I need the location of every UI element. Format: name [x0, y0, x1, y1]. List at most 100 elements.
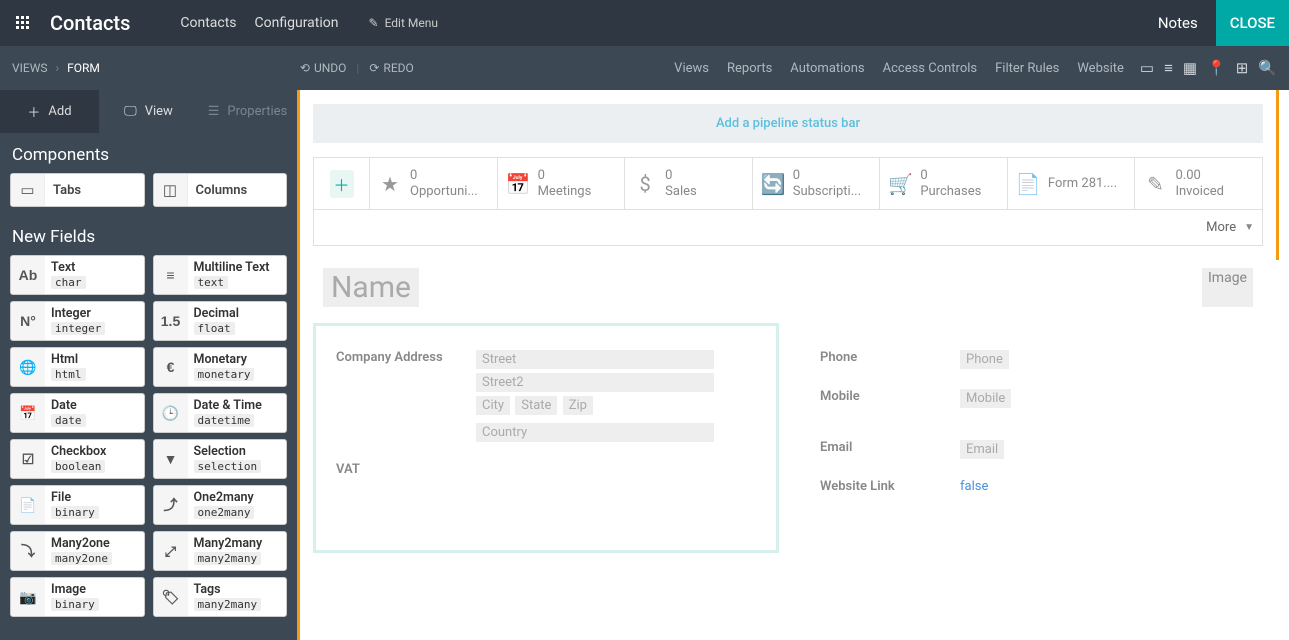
edit-menu-label: Edit Menu: [385, 16, 438, 30]
field-html[interactable]: 🌐Htmlhtml: [10, 347, 145, 387]
secondary-bar: VIEWS › FORM ⟲UNDO | ⟳REDO Views Reports…: [0, 46, 1289, 90]
nav-automations[interactable]: Automations: [790, 61, 864, 76]
list-view-icon[interactable]: ≡: [1164, 59, 1173, 77]
redo-button[interactable]: ⟳REDO: [369, 61, 413, 75]
street2-input[interactable]: Street2: [476, 373, 714, 392]
field-binary[interactable]: 📄Filebinary: [10, 485, 145, 525]
field-type: datetime: [194, 414, 255, 427]
kanban-view-icon[interactable]: ▦: [1183, 59, 1197, 77]
undo-redo: ⟲UNDO | ⟳REDO: [100, 61, 414, 75]
notes-button[interactable]: Notes: [1140, 14, 1216, 32]
field-float[interactable]: 1.5Decimalfloat: [153, 301, 288, 341]
stat-label: Opportuni...: [410, 184, 478, 200]
stat-5[interactable]: 📄Form 281....: [1008, 158, 1136, 209]
field-char[interactable]: Ab Textchar: [10, 255, 145, 295]
apps-grid-icon[interactable]: [0, 15, 46, 31]
components-title: Components: [0, 133, 297, 173]
mobile-input[interactable]: Mobile: [960, 389, 1011, 408]
field-boolean[interactable]: ☑Checkboxboolean: [10, 439, 145, 479]
search-icon[interactable]: 🔍: [1258, 59, 1277, 77]
sidebar-tab-add[interactable]: ＋Add: [0, 90, 99, 133]
state-input[interactable]: State: [515, 396, 557, 415]
field-datetime[interactable]: 🕒Date & Timedatetime: [153, 393, 288, 433]
field-type: char: [51, 276, 86, 289]
redo-icon: ⟳: [369, 61, 379, 75]
field-integer[interactable]: N°Integerinteger: [10, 301, 145, 341]
name-row: Name Image: [313, 246, 1263, 323]
edit-menu-button[interactable]: ✎ Edit Menu: [339, 16, 438, 30]
field-many2many[interactable]: ⤢Many2manymany2many: [153, 531, 288, 571]
map-view-icon[interactable]: 📍: [1207, 59, 1226, 77]
pipeline-bar[interactable]: Add a pipeline status bar: [313, 104, 1263, 143]
plus-icon: ＋: [27, 102, 40, 121]
street-input[interactable]: Street: [476, 350, 714, 369]
close-button[interactable]: CLOSE: [1216, 0, 1289, 46]
field-many2many[interactable]: 🏷Tagsmany2many: [153, 577, 288, 617]
chevron-down-icon: ▼: [1244, 222, 1254, 233]
mobile-label: Mobile: [820, 389, 960, 404]
field-many2one[interactable]: ⤵Many2onemany2one: [10, 531, 145, 571]
zip-input[interactable]: Zip: [563, 396, 593, 415]
field-date[interactable]: 📅Datedate: [10, 393, 145, 433]
topbar: Contacts Contacts Configuration ✎ Edit M…: [0, 0, 1289, 46]
field-monetary[interactable]: €Monetarymonetary: [153, 347, 288, 387]
field-selection[interactable]: ▼Selectionselection: [153, 439, 288, 479]
field-icon: ☑: [11, 440, 45, 478]
nav-access[interactable]: Access Controls: [883, 61, 978, 76]
field-name: Text: [51, 261, 144, 275]
component-tabs-label: Tabs: [45, 183, 81, 198]
more-button[interactable]: More ▼: [1206, 220, 1254, 235]
field-icon: Ab: [11, 256, 45, 294]
field-icon: 📷: [11, 578, 45, 616]
field-icon: ≡: [154, 256, 188, 294]
more-label: More: [1206, 220, 1236, 235]
sidebar-tab-view[interactable]: 🖵View: [99, 90, 198, 133]
sidebar-tabs: ＋Add 🖵View ☰Properties: [0, 90, 297, 133]
stat-4[interactable]: 🛒0Purchases: [880, 158, 1008, 209]
nav-views[interactable]: Views: [674, 61, 709, 76]
city-input[interactable]: City: [476, 396, 510, 415]
component-tabs[interactable]: ▭ Tabs: [10, 173, 145, 207]
columns-icon: ◫: [154, 174, 188, 206]
breadcrumb-views[interactable]: VIEWS: [12, 61, 48, 75]
name-input[interactable]: Name: [323, 268, 419, 307]
stat-icon: ✎: [1143, 172, 1167, 196]
sidebar: ＋Add 🖵View ☰Properties Components ▭ Tabs…: [0, 90, 297, 640]
field-binary[interactable]: 📷 Imagebinary: [10, 577, 145, 617]
stat-0[interactable]: ★0Opportuni...: [370, 158, 498, 209]
grid-view-icon[interactable]: ⊞: [1236, 59, 1249, 77]
nav-website[interactable]: Website: [1077, 61, 1124, 76]
company-address-label: Company Address: [336, 350, 476, 365]
field-name: Image: [51, 583, 144, 597]
nav-filter[interactable]: Filter Rules: [995, 61, 1059, 76]
stat-6[interactable]: ✎0.00Invoiced: [1135, 158, 1262, 209]
stat-label: Sales: [665, 184, 697, 200]
secondary-nav: Views Reports Automations Access Control…: [674, 61, 1140, 76]
phone-input[interactable]: Phone: [960, 350, 1009, 369]
email-input[interactable]: Email: [960, 440, 1004, 459]
field-icon: 📅: [11, 394, 45, 432]
country-input[interactable]: Country: [476, 423, 714, 442]
nav-reports[interactable]: Reports: [727, 61, 772, 76]
stat-number: 0.00: [1175, 168, 1224, 184]
field-text[interactable]: ≡Multiline Texttext: [153, 255, 288, 295]
sidebar-tab-properties-label: Properties: [227, 104, 287, 119]
form-view-icon[interactable]: ▭: [1140, 59, 1154, 77]
sidebar-tab-properties[interactable]: ☰Properties: [198, 90, 297, 133]
image-placeholder[interactable]: Image: [1202, 268, 1253, 307]
field-name: Many2many: [194, 537, 287, 551]
website-value[interactable]: false: [960, 479, 988, 494]
field-type: integer: [51, 322, 105, 335]
field-type: binary: [51, 598, 99, 611]
stat-2[interactable]: $0Sales: [625, 158, 753, 209]
component-columns[interactable]: ◫ Columns: [153, 173, 288, 207]
nav-configuration[interactable]: Configuration: [255, 15, 339, 31]
field-type: date: [51, 414, 86, 427]
field-one2many[interactable]: ⤴One2manyone2many: [153, 485, 288, 525]
stat-1[interactable]: 📅0Meetings: [498, 158, 626, 209]
stat-3[interactable]: 🔄0Subscripti...: [753, 158, 881, 209]
undo-button[interactable]: ⟲UNDO: [300, 61, 347, 75]
add-stat-button[interactable]: ＋: [314, 158, 370, 209]
pipeline-link[interactable]: Add a pipeline status bar: [716, 116, 860, 131]
nav-contacts[interactable]: Contacts: [180, 15, 236, 31]
